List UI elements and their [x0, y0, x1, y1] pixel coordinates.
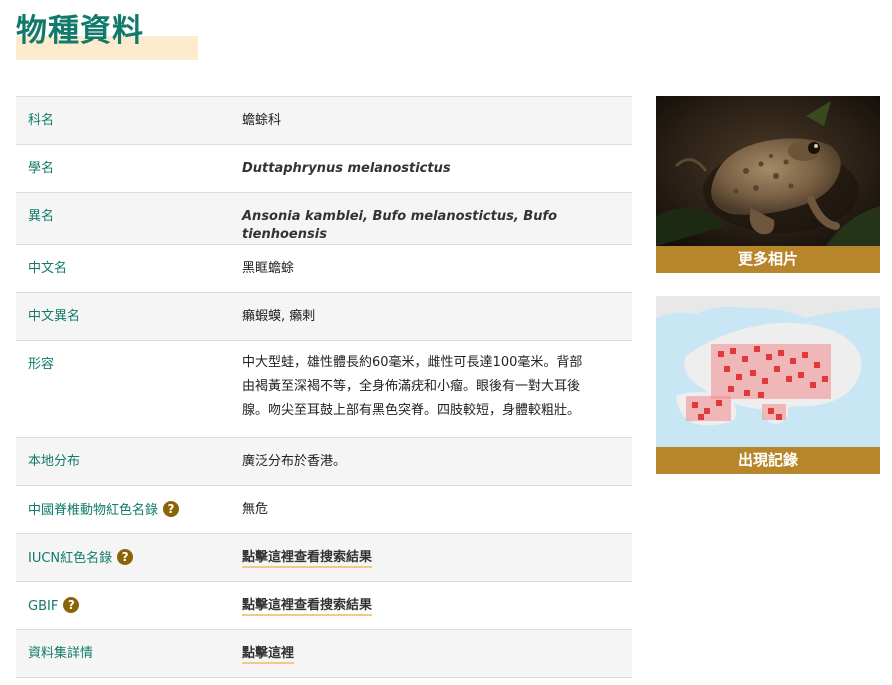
help-icon[interactable]: ?	[117, 549, 134, 565]
row-value-chinese-name: 黑眶蟾蜍	[242, 261, 295, 276]
species-info-table: 科名 蟾蜍科 學名 Duttaphrynus melanostictus 異名 …	[16, 96, 632, 678]
row-label-local-distribution: 本地分布	[28, 454, 81, 469]
table-row: 中文名 黑眶蟾蜍	[16, 244, 632, 293]
table-row: 本地分布 廣泛分布於香港。	[16, 437, 632, 486]
iucn-search-link[interactable]: 點擊這裡查看搜索結果	[242, 550, 373, 568]
row-value-local-distribution: 廣泛分布於香港。	[242, 454, 347, 469]
row-value-china-red-list: 無危	[242, 502, 269, 517]
table-row: 中國脊椎動物紅色名錄? 無危	[16, 485, 632, 534]
row-label-china-red-list: 中國脊椎動物紅色名錄?	[16, 486, 242, 534]
row-label-gbif: GBIF?	[16, 582, 242, 630]
photo-card[interactable]: 更多相片	[656, 96, 880, 273]
help-icon[interactable]: ?	[63, 597, 80, 613]
row-label-dataset-details: 資料集詳情	[28, 646, 94, 661]
table-row: IUCN紅色名錄? 點擊這裡查看搜索結果	[16, 533, 632, 582]
row-label-iucn: IUCN紅色名錄?	[16, 534, 242, 582]
occurrence-records-button[interactable]: 出現記錄	[656, 447, 880, 474]
table-row: 形容 中大型蛙，雄性體長約60毫米，雌性可長達100毫米。背部 由褐黃至深褐不等…	[16, 340, 632, 438]
row-value-synonyms: Ansonia kamblei, Bufo melanostictus, Buf…	[242, 209, 558, 242]
table-row: 科名 蟾蜍科	[16, 96, 632, 145]
page-title-area: 物種資料	[16, 8, 198, 60]
description-line: 中大型蛙，雄性體長約60毫米，雌性可長達100毫米。背部	[242, 355, 583, 370]
row-label-chinese-name: 中文名	[28, 261, 68, 276]
row-value-chinese-synonyms: 癩蝦蟆, 癩剌	[242, 309, 316, 324]
map-card[interactable]: 出現記錄	[656, 296, 880, 474]
table-row: GBIF? 點擊這裡查看搜索結果	[16, 581, 632, 630]
row-label-description: 形容	[28, 357, 55, 372]
row-label-synonyms: 異名	[28, 209, 55, 224]
table-row: 中文異名 癩蝦蟆, 癩剌	[16, 292, 632, 341]
row-label-scientific-name: 學名	[28, 161, 55, 176]
row-value-description: 中大型蛙，雄性體長約60毫米，雌性可長達100毫米。背部 由褐黃至深褐不等，全身…	[242, 341, 632, 438]
gbif-search-link[interactable]: 點擊這裡查看搜索結果	[242, 598, 373, 616]
distribution-map[interactable]	[656, 296, 880, 447]
row-value-family: 蟾蜍科	[242, 113, 282, 128]
page-title: 物種資料	[16, 13, 144, 49]
row-value-scientific-name: Duttaphrynus melanostictus	[242, 161, 451, 176]
description-line: 腺。吻尖至耳鼓上部有黑色突脊。四肢較短，身體較粗壯。	[242, 403, 581, 418]
row-label-family: 科名	[28, 113, 55, 128]
description-line: 由褐黃至深褐不等，全身佈滿疣和小瘤。眼後有一對大耳後	[242, 379, 581, 394]
dataset-details-link[interactable]: 點擊這裡	[242, 646, 295, 664]
toad-photo[interactable]	[656, 96, 880, 246]
table-row: 異名 Ansonia kamblei, Bufo melanostictus, …	[16, 192, 632, 245]
table-row: 學名 Duttaphrynus melanostictus	[16, 144, 632, 193]
help-icon[interactable]: ?	[163, 501, 180, 517]
table-row: 資料集詳情 點擊這裡	[16, 629, 632, 678]
more-photos-button[interactable]: 更多相片	[656, 246, 880, 273]
row-label-chinese-synonyms: 中文異名	[28, 309, 81, 324]
